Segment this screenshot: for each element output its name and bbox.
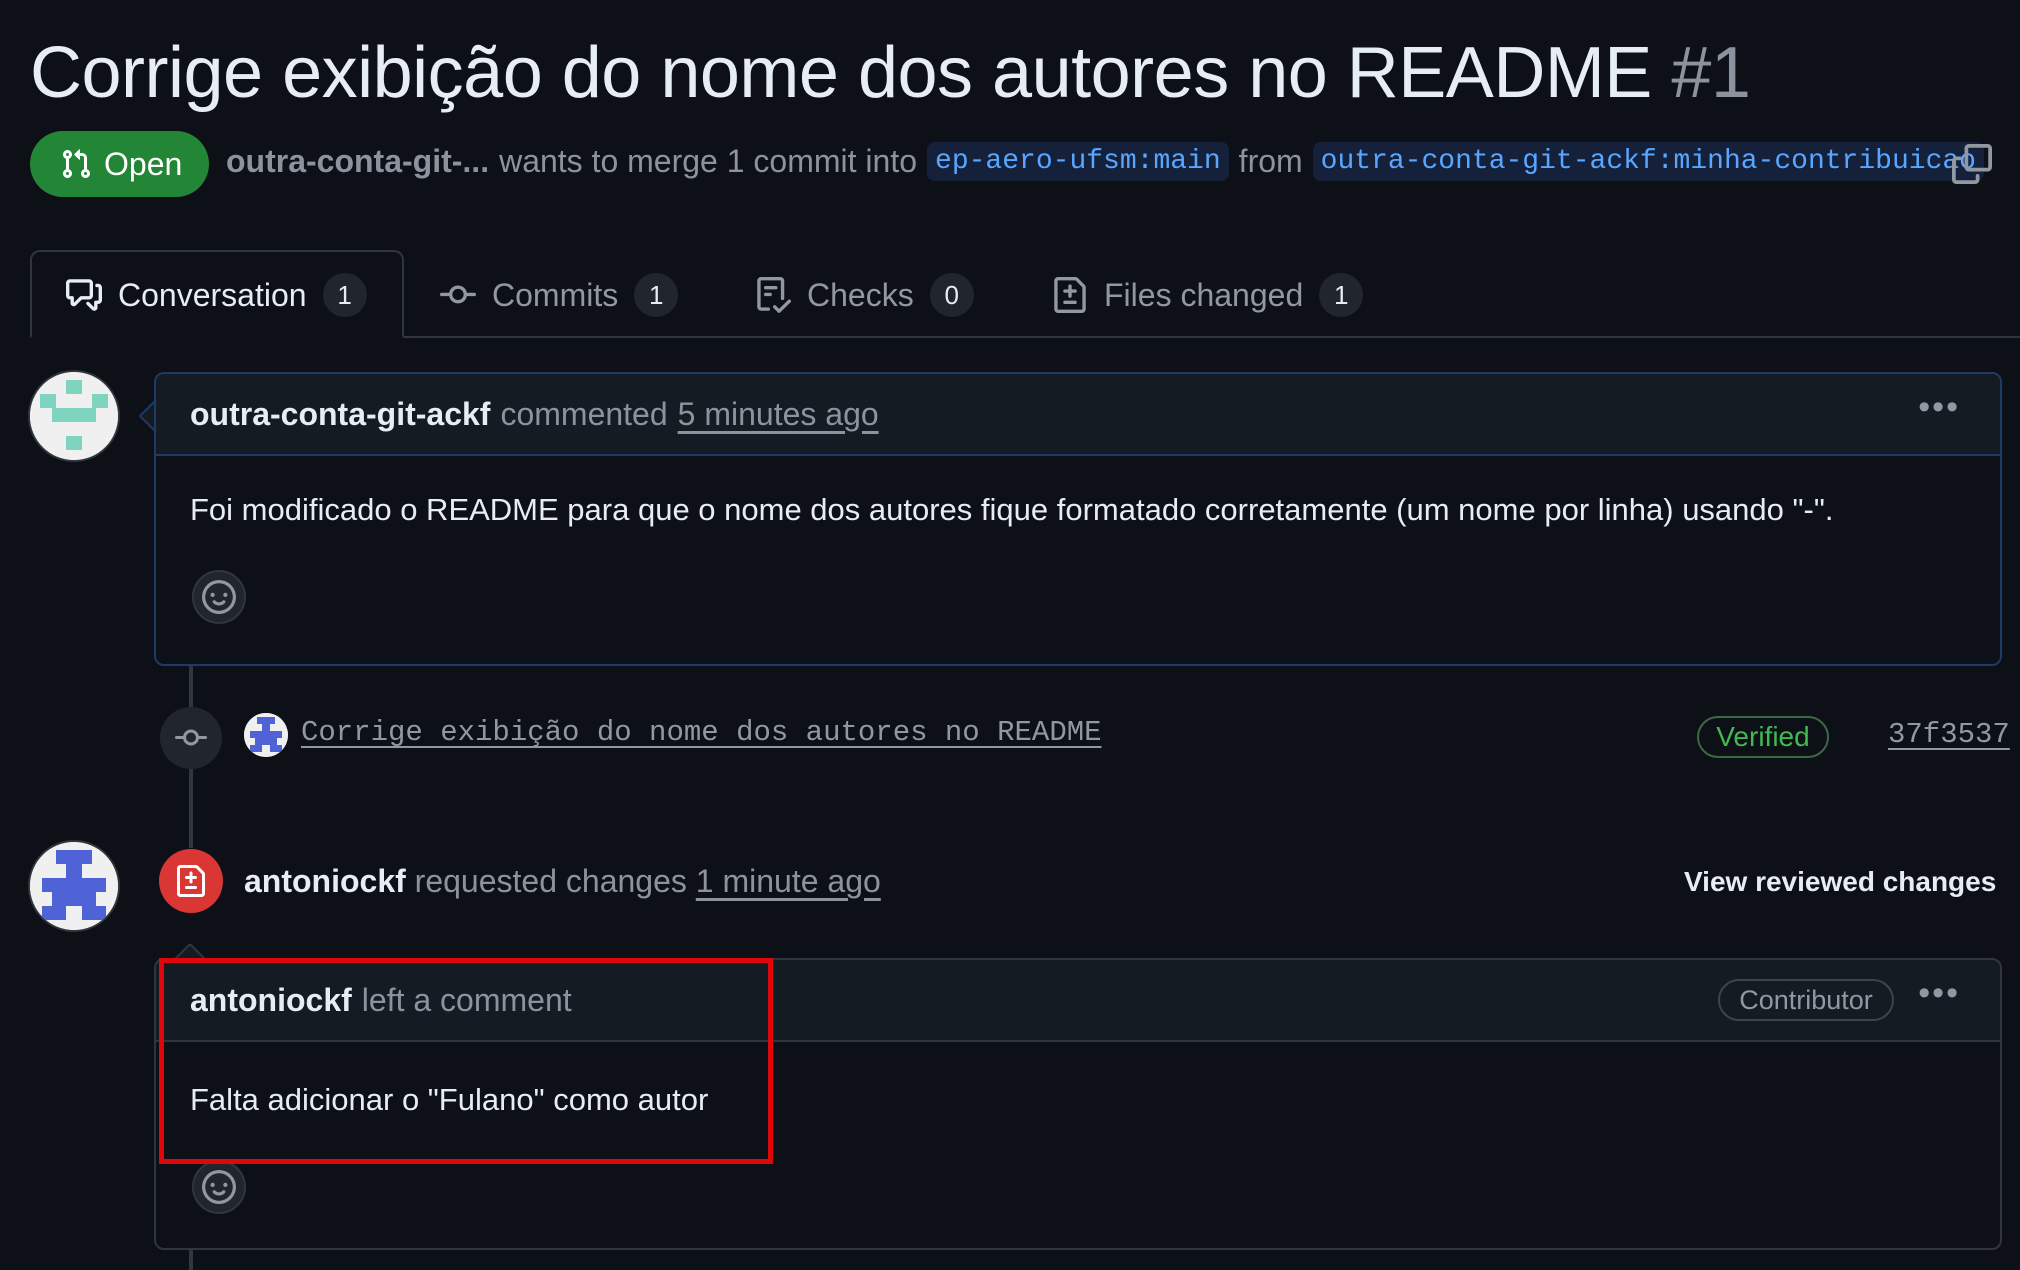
comment-author[interactable]: outra-conta-git-ackf	[190, 396, 490, 433]
avatar[interactable]	[30, 842, 118, 930]
tab-checks-count: 0	[929, 273, 974, 317]
review-author[interactable]: antoniockf	[244, 863, 406, 899]
verified-badge[interactable]: Verified	[1697, 716, 1829, 758]
merge-info: outra-conta-git-... wants to merge 1 com…	[226, 142, 1984, 181]
tab-conversation[interactable]: Conversation 1	[66, 270, 367, 320]
tab-conversation-label: Conversation	[118, 276, 307, 313]
pr-title: Corrige exibição do nome dos autores no …	[30, 30, 1751, 116]
file-diff-icon	[1054, 277, 1086, 313]
comment-body: Foi modificado o README para que o nome …	[190, 492, 1834, 527]
changes-requested-badge	[159, 849, 223, 913]
tab-files-changed-count: 1	[1319, 273, 1364, 317]
git-commit-icon	[175, 729, 207, 746]
tab-commits[interactable]: Commits 1	[440, 270, 679, 320]
smiley-icon	[202, 1170, 236, 1204]
avatar[interactable]	[30, 372, 118, 460]
git-pull-request-icon	[62, 149, 91, 179]
timeline-connector	[189, 768, 193, 848]
identicon-avatar	[30, 372, 118, 460]
comment-discussion-icon	[66, 279, 102, 311]
tab-files-changed[interactable]: Files changed 1	[1052, 270, 1364, 320]
tab-files-changed-label: Files changed	[1104, 276, 1304, 313]
kebab-menu-icon[interactable]: •••	[1918, 388, 1960, 427]
smiley-icon	[202, 580, 236, 614]
head-branch[interactable]: outra-conta-git-ackf:minha-contribuicao	[1312, 142, 1984, 181]
commit-message-link[interactable]: Corrige exibição do nome dos autores no …	[301, 716, 1102, 749]
tab-commits-count: 1	[634, 273, 679, 317]
identicon-avatar	[30, 842, 118, 930]
avatar[interactable]	[244, 713, 288, 757]
tab-checks-label: Checks	[807, 276, 914, 313]
tab-checks[interactable]: Checks 0	[755, 270, 974, 320]
review-action: requested changes	[414, 863, 687, 899]
pr-number: #1	[1671, 33, 1751, 113]
kebab-menu-icon[interactable]: •••	[1918, 974, 1960, 1013]
pr-author-link[interactable]: outra-conta-git-...	[226, 143, 489, 180]
view-reviewed-changes-button[interactable]: View reviewed changes	[1684, 866, 1996, 898]
base-branch[interactable]: ep-aero-ufsm:main	[927, 142, 1229, 181]
highlight-box	[159, 958, 773, 1164]
comment-timestamp[interactable]: 5 minutes ago	[678, 396, 879, 433]
git-commit-icon	[440, 285, 476, 304]
commit-event-badge	[160, 707, 222, 769]
tab-conversation-count: 1	[322, 273, 367, 317]
review-summary: antoniockf requested changes 1 minute ag…	[244, 863, 881, 900]
add-reaction-button[interactable]	[192, 570, 246, 624]
review-timestamp[interactable]: 1 minute ago	[696, 863, 881, 899]
from-text: from	[1238, 143, 1303, 179]
pr-title-text: Corrige exibição do nome dos autores no …	[30, 33, 1652, 113]
copy-icon[interactable]	[1952, 144, 1992, 184]
comment-card: outra-conta-git-ackf commented 5 minutes…	[154, 372, 2002, 666]
state-label: Open	[104, 145, 183, 182]
comment-action: commented	[500, 395, 668, 432]
checklist-icon	[757, 277, 791, 313]
add-reaction-button[interactable]	[192, 1160, 246, 1214]
state-badge: Open	[30, 131, 209, 197]
commit-sha-link[interactable]: 37f3537	[1888, 718, 2010, 751]
merge-text: wants to merge 1 commit into	[499, 143, 918, 179]
tab-commits-label: Commits	[492, 276, 619, 313]
identicon-avatar	[244, 713, 288, 757]
file-diff-icon	[177, 865, 205, 897]
comment-header: outra-conta-git-ackf commented 5 minutes…	[156, 374, 2000, 456]
timeline-connector	[189, 1248, 193, 1270]
contributor-badge: Contributor	[1718, 979, 1894, 1021]
